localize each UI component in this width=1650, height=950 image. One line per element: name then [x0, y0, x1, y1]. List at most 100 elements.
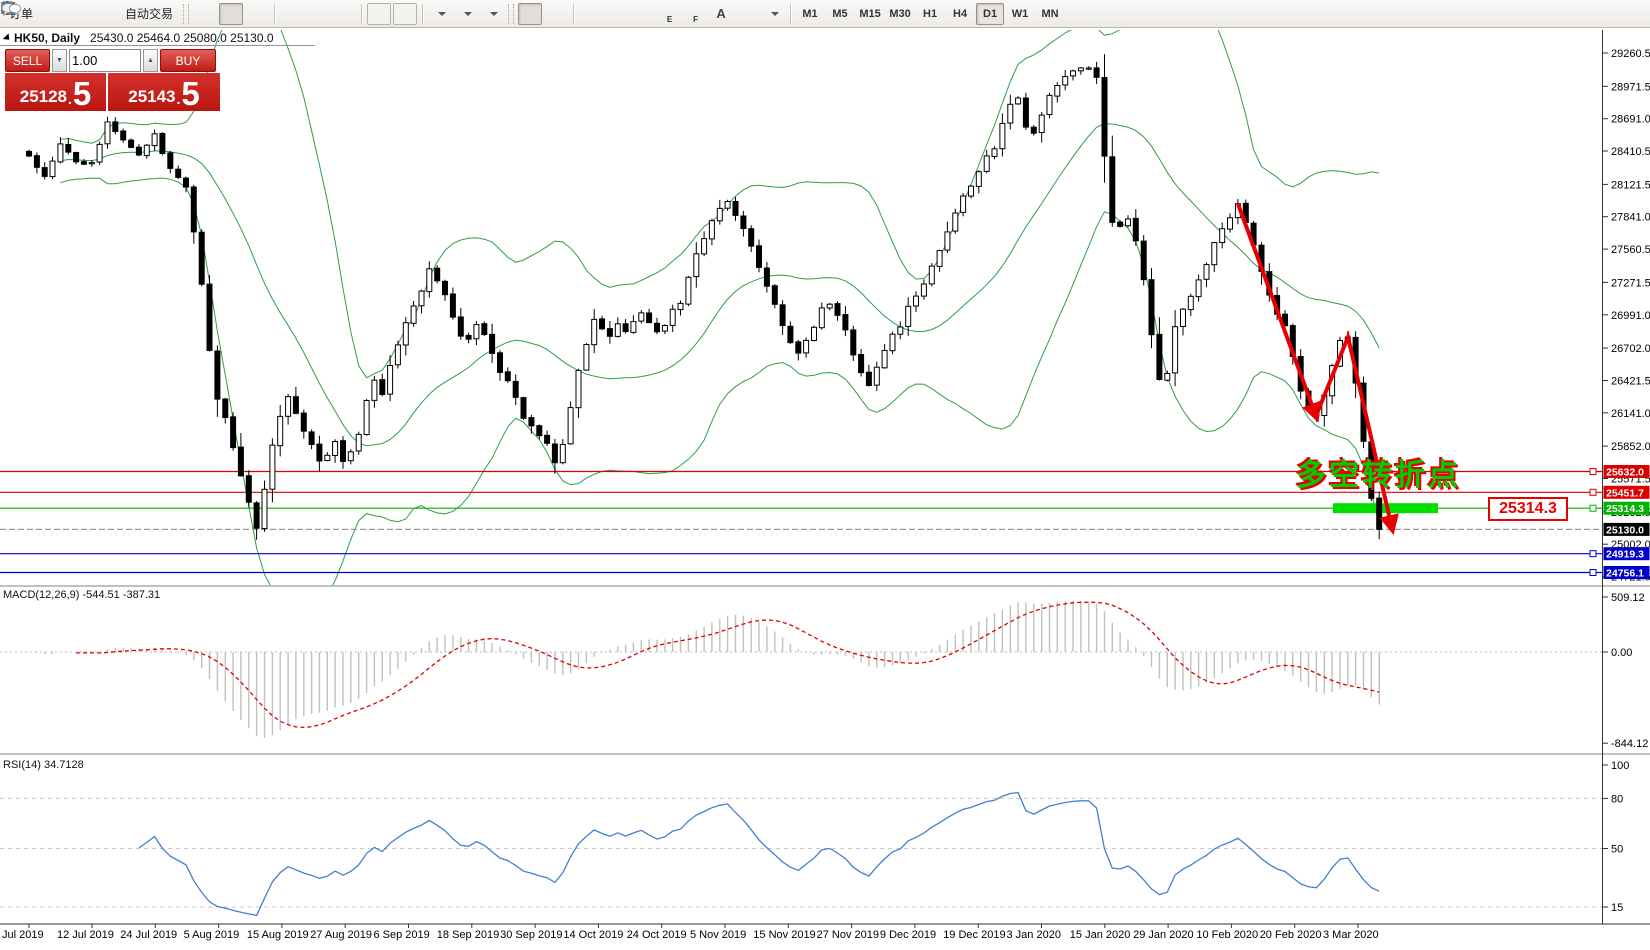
volume-input[interactable]	[69, 49, 141, 72]
periods-button[interactable]	[454, 3, 478, 25]
price-callout-label[interactable]: 25314.3	[1488, 497, 1568, 521]
toolbar-grip	[183, 4, 189, 24]
macd-pane[interactable]	[0, 601, 1602, 738]
turning-point-annotation[interactable]: 多空转折点	[1296, 450, 1461, 494]
svg-text:15 Nov 2019: 15 Nov 2019	[753, 929, 815, 941]
volume-increase-button[interactable]: ▲	[143, 49, 158, 72]
svg-text:5 Aug 2019: 5 Aug 2019	[184, 929, 240, 941]
ohlc-values: 25430.0 25464.0 25080.0 25130.0	[90, 31, 274, 45]
line-handle[interactable]	[1590, 551, 1596, 557]
toolbar-grip	[508, 4, 514, 24]
cursor-tool-button[interactable]	[518, 3, 542, 25]
svg-text:25451.7: 25451.7	[1606, 487, 1644, 499]
caret-down-icon	[464, 12, 472, 16]
svg-text:100: 100	[1611, 760, 1629, 772]
svg-text:28971.5: 28971.5	[1611, 81, 1650, 93]
arrows-tool-button[interactable]	[761, 3, 785, 25]
timeframe-button-m1[interactable]: M1	[796, 3, 824, 25]
autotrading-button[interactable]: 自动交易	[119, 3, 179, 25]
sell-button[interactable]: SELL	[5, 49, 50, 72]
bar-chart-mode-button[interactable]	[193, 3, 217, 25]
equidistant-channel-tool-button[interactable]: E	[657, 3, 681, 25]
svg-text:15 Aug 2019: 15 Aug 2019	[247, 929, 309, 941]
chat-icon[interactable]	[1616, 3, 1640, 25]
svg-text:3 Jan 2020: 3 Jan 2020	[1007, 929, 1061, 941]
svg-text:9 Dec 2019: 9 Dec 2019	[880, 929, 936, 941]
data-window-icon[interactable]	[67, 3, 91, 25]
svg-text:19 Dec 2019: 19 Dec 2019	[943, 929, 1005, 941]
symbol-period-label: HK50, Daily	[14, 31, 80, 45]
collapse-triangle-icon[interactable]	[3, 33, 12, 42]
macd-axis: 509.120.00-844.12	[1603, 592, 1648, 750]
timeframe-button-d1[interactable]: D1	[976, 3, 1004, 25]
sell-price-dot: .	[68, 88, 72, 110]
timeframe-button-m30[interactable]: M30	[886, 3, 914, 25]
svg-text:3 Mar 2020: 3 Mar 2020	[1323, 929, 1379, 941]
svg-text:24 Jul 2019: 24 Jul 2019	[120, 929, 177, 941]
buy-price-display[interactable]: 25143 . 5	[108, 73, 220, 111]
main-toolbar: 订单 自动交易	[0, 0, 1650, 28]
templates-button[interactable]	[480, 3, 504, 25]
svg-text:80: 80	[1611, 793, 1623, 805]
text-label-tool-button[interactable]: T	[735, 3, 759, 25]
fibonacci-tool-button[interactable]: F	[683, 3, 707, 25]
toolbar-separator	[573, 4, 574, 24]
zoom-in-button[interactable]	[280, 3, 304, 25]
timeframe-button-h1[interactable]: H1	[916, 3, 944, 25]
main-price-pane[interactable]	[0, 0, 1602, 608]
macd-histogram	[29, 601, 1379, 738]
zoom-out-button[interactable]	[306, 3, 330, 25]
trendline-tool-button[interactable]	[631, 3, 655, 25]
market-watch-icon[interactable]	[41, 3, 65, 25]
timeframe-button-m5[interactable]: M5	[826, 3, 854, 25]
line-handle[interactable]	[1590, 570, 1596, 576]
svg-text:18 Sep 2019: 18 Sep 2019	[437, 929, 499, 941]
sell-price-frac: 5	[73, 77, 91, 110]
svg-text:27841.0: 27841.0	[1611, 212, 1650, 224]
toolbar-separator	[361, 4, 362, 24]
rsi-pane[interactable]	[0, 793, 1602, 916]
svg-text:26141.0: 26141.0	[1611, 408, 1650, 420]
auto-scroll-button[interactable]	[367, 3, 391, 25]
text-tool-button[interactable]: A	[709, 3, 733, 25]
vertical-line-tool-button[interactable]	[579, 3, 603, 25]
timeframe-button-m15[interactable]: M15	[856, 3, 884, 25]
mt4-application: 订单 自动交易	[0, 0, 1650, 950]
svg-text:5 Nov 2019: 5 Nov 2019	[690, 929, 746, 941]
indicators-button[interactable]	[428, 3, 452, 25]
svg-text:-844.12: -844.12	[1611, 738, 1648, 750]
svg-text:25130.0: 25130.0	[1606, 524, 1644, 536]
horizontal-line-tool-button[interactable]	[605, 3, 629, 25]
toolbar-separator	[274, 4, 275, 24]
svg-text:24 Oct 2019: 24 Oct 2019	[627, 929, 687, 941]
search-icon[interactable]	[1590, 3, 1614, 25]
rsi-line	[139, 793, 1379, 916]
line-handle[interactable]	[1590, 489, 1596, 495]
buy-button[interactable]: BUY	[160, 49, 216, 72]
svg-text:27560.5: 27560.5	[1611, 244, 1650, 256]
title-underline	[0, 45, 315, 46]
svg-text:10 Feb 2020: 10 Feb 2020	[1196, 929, 1258, 941]
crosshair-tool-button[interactable]	[544, 3, 568, 25]
tile-windows-icon[interactable]	[332, 3, 356, 25]
svg-text:25632.0: 25632.0	[1606, 467, 1644, 479]
timeframe-button-w1[interactable]: W1	[1006, 3, 1034, 25]
navigator-icon[interactable]	[93, 3, 117, 25]
rsi-indicator-label: RSI(14) 34.7128	[3, 759, 84, 771]
svg-text:28691.0: 28691.0	[1611, 114, 1650, 126]
sell-price-display[interactable]: 25128 . 5	[5, 73, 106, 111]
candlestick-mode-button[interactable]	[219, 3, 243, 25]
svg-text:27271.5: 27271.5	[1611, 277, 1650, 289]
svg-text:0.00: 0.00	[1611, 647, 1632, 659]
fibo-sub-label: F	[693, 15, 698, 24]
chart-shift-button[interactable]	[393, 3, 417, 25]
line-handle[interactable]	[1590, 469, 1596, 475]
volume-decrease-button[interactable]: ▼	[52, 49, 67, 72]
trend-arrow[interactable]	[1238, 204, 1316, 416]
line-chart-mode-button[interactable]	[245, 3, 269, 25]
timeframe-button-h4[interactable]: H4	[946, 3, 974, 25]
toolbar-separator	[790, 4, 791, 24]
timeframe-button-mn[interactable]: MN	[1036, 3, 1064, 25]
line-handle[interactable]	[1590, 505, 1596, 511]
toolbar-separator	[422, 4, 423, 24]
